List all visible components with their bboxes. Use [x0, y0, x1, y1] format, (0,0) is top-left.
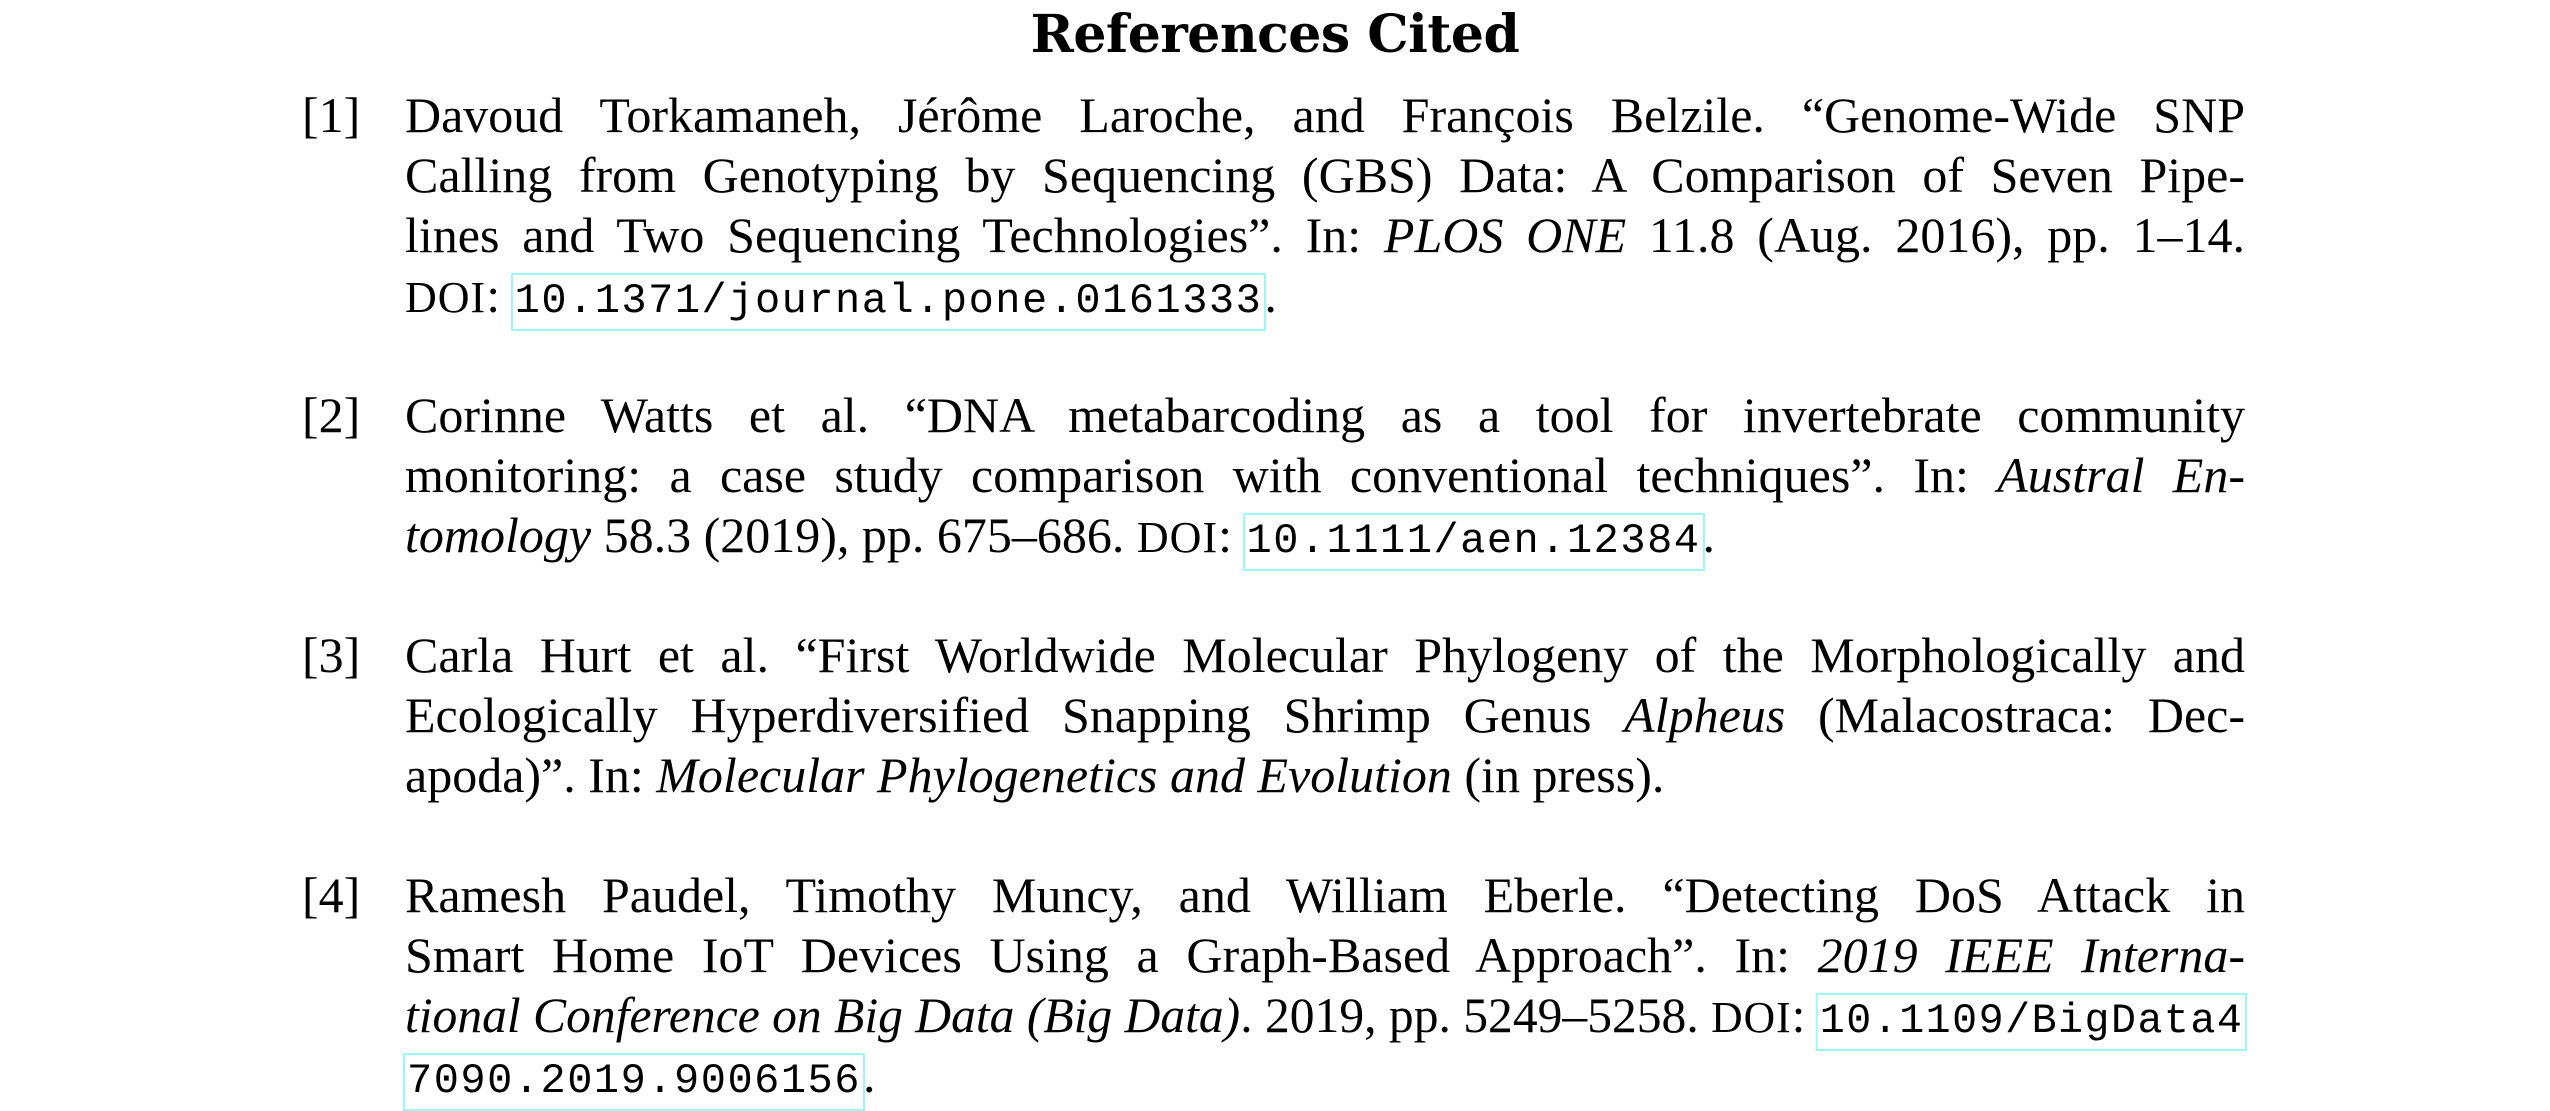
- doi-link-continued[interactable]: 7090.2019.9006156: [403, 1053, 865, 1111]
- reference-line: Ramesh Paudel, Timothy Muncy, and Willia…: [405, 865, 2245, 925]
- doi-link[interactable]: 10.1111/aen.12384: [1242, 513, 1705, 571]
- doi-separator: :: [486, 267, 513, 323]
- reference-authors-title: Ramesh Paudel, Timothy Muncy, and Willia…: [405, 867, 2245, 923]
- reference-venue: tomology: [405, 507, 592, 563]
- reference-line: Carla Hurt et al. “First Worldwide Molec…: [405, 625, 2245, 685]
- reference-line: 7090.2019.9006156.: [403, 1045, 2245, 1111]
- reference-text: Ramesh Paudel, Timothy Muncy, and Willia…: [403, 865, 2248, 1111]
- reference-text: Corinne Watts et al. “DNA metabarcoding …: [405, 385, 2245, 571]
- reference-authors-title: Davoud Torkamaneh, Jérôme Laroche, and F…: [405, 87, 2245, 143]
- reference-venue: tional Conference on Big Data (Big Data): [405, 987, 1241, 1043]
- reference-venue: PLOS ONE: [1383, 207, 1627, 263]
- reference-line: apoda)”. In: Molecular Phylogenetics and…: [405, 745, 2245, 805]
- doi-separator: :: [1218, 507, 1245, 563]
- reference-line: Corinne Watts et al. “DNA metabarcoding …: [405, 385, 2245, 445]
- reference-venue: 2019 IEEE Interna-: [1817, 927, 2246, 983]
- doi-label: DOI: [1711, 993, 1792, 1042]
- reference-number: [4]: [302, 867, 361, 923]
- doi-label: DOI: [405, 273, 487, 322]
- reference-authors-title: Carla Hurt et al. “First Worldwide Molec…: [405, 627, 2245, 683]
- doi-link[interactable]: 10.1371/journal.pone.0161333: [510, 273, 1267, 331]
- reference-end-period: .: [1702, 507, 1716, 563]
- reference-line: DOI: 10.1371/journal.pone.0161333.: [405, 265, 2245, 331]
- reference-text: Davoud Torkamaneh, Jérôme Laroche, and F…: [405, 85, 2245, 331]
- doi-label: DOI: [1136, 513, 1219, 562]
- reference-details: 11.8 (Aug. 2016), pp. 1–14.: [1626, 207, 2245, 263]
- reference-genus: Alpheus: [1624, 687, 1786, 743]
- reference-venue: Austral En-: [1997, 447, 2245, 503]
- reference-line: Calling from Genotyping by Sequencing (G…: [405, 145, 2245, 205]
- reference-line: tional Conference on Big Data (Big Data)…: [405, 985, 2248, 1051]
- reference-title-text: Ecologically Hyperdiversified Snapping S…: [405, 687, 1625, 743]
- reference-line: Smart Home IoT Devices Using a Graph-Bas…: [405, 925, 2245, 985]
- reference-end-period: .: [1264, 267, 1277, 323]
- reference-details: 58.3 (2019), pp. 675–686.: [591, 507, 1137, 563]
- reference-line: monitoring: a case study comparison with…: [405, 445, 2245, 505]
- page-title: References Cited: [1030, 4, 1520, 65]
- reference-title-text: monitoring: a case study comparison with…: [405, 447, 1998, 503]
- reference-details: . 2019, pp. 5249–5258.: [1240, 987, 1712, 1043]
- reference-number: [3]: [302, 627, 361, 683]
- reference-line: tomology 58.3 (2019), pp. 675–686. DOI: …: [405, 505, 2245, 571]
- reference-title-text: Smart Home IoT Devices Using a Graph-Bas…: [405, 927, 1818, 983]
- reference-venue: Molecular Phylogenetics and Evolution: [656, 747, 1452, 803]
- reference-line: lines and Two Sequencing Technologies”. …: [405, 205, 2245, 265]
- doi-separator: :: [1791, 987, 1818, 1043]
- doi-link[interactable]: 10.1109/BigData4: [1815, 993, 2248, 1051]
- reference-title-text: apoda)”. In:: [405, 747, 657, 803]
- reference-line: Ecologically Hyperdiversified Snapping S…: [405, 685, 2245, 745]
- reference-details: (in press).: [1451, 747, 1665, 803]
- reference-number: [2]: [302, 387, 361, 443]
- reference-text: Carla Hurt et al. “First Worldwide Molec…: [405, 625, 2245, 805]
- reference-authors-title: Corinne Watts et al. “DNA metabarcoding …: [405, 387, 2245, 443]
- reference-number: [1]: [302, 87, 361, 143]
- reference-end-period: .: [862, 1047, 876, 1103]
- reference-title-text: (Malacostraca: Dec-: [1785, 687, 2245, 743]
- reference-line: Davoud Torkamaneh, Jérôme Laroche, and F…: [405, 85, 2245, 145]
- reference-title-text: Calling from Genotyping by Sequencing (G…: [405, 147, 2245, 203]
- reference-title-text: lines and Two Sequencing Technologies”. …: [405, 207, 1384, 263]
